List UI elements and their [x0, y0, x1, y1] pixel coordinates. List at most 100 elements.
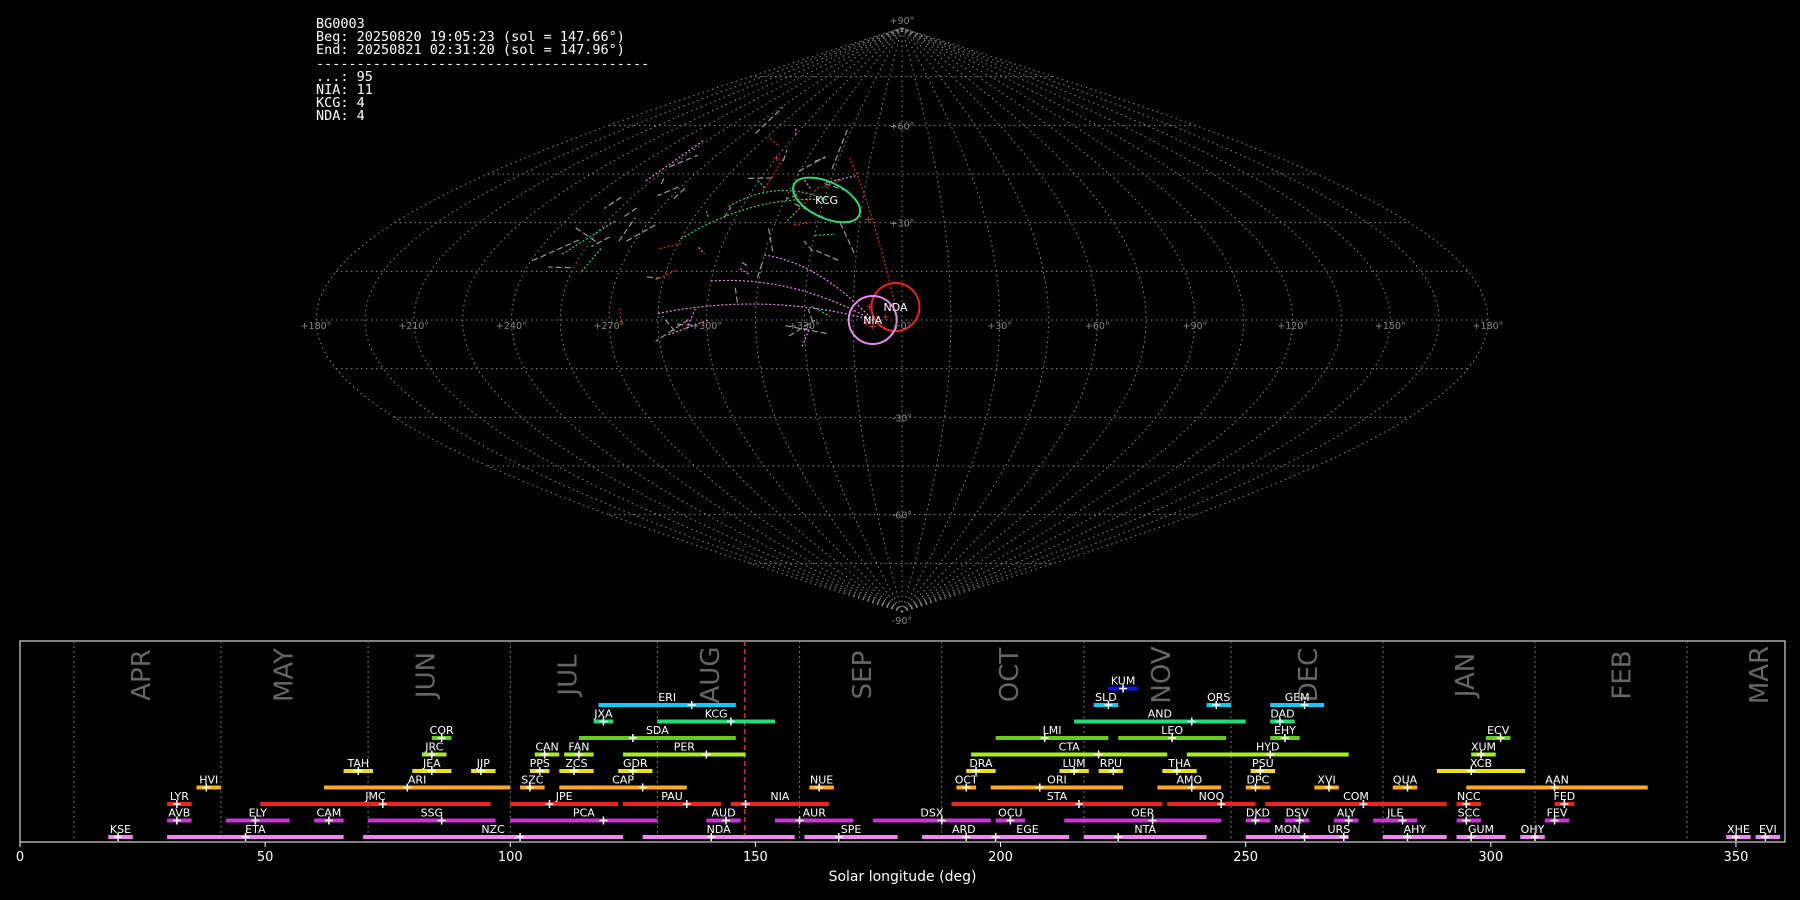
shower-label: TAH [346, 757, 369, 770]
meteor-trail [814, 233, 836, 237]
shower-label: JXA [593, 708, 613, 721]
meteor-trail [782, 149, 788, 162]
month-label: SEP [848, 651, 878, 700]
shower-label: CTA [1059, 741, 1081, 754]
meteor-trail [548, 266, 571, 269]
shower-label: SDA [646, 724, 669, 737]
shower-label: DAD [1270, 708, 1294, 721]
meteor-trail [603, 196, 622, 209]
meteor-trail [741, 261, 750, 268]
meteor-trail [814, 157, 826, 162]
x-tick-label: 250 [1233, 850, 1258, 865]
month-label: MAY [269, 648, 299, 702]
shower-label: NDA [707, 823, 732, 836]
shower-label: NUE [810, 774, 833, 787]
meteor-trail [645, 140, 704, 182]
lon-tick-label: +60° [1085, 321, 1110, 332]
radiant-label-kcg: KCG [815, 194, 838, 207]
shower-label: AHY [1404, 823, 1427, 836]
shower-label: AND [1148, 708, 1172, 721]
meteor-trail [839, 222, 856, 256]
shower-label: URS [1328, 823, 1351, 836]
lat-tick-label: +90° [890, 16, 915, 27]
shower-label: FAN [568, 741, 589, 754]
shower-label: KCG [705, 708, 728, 721]
shower-label: SSG [421, 807, 444, 820]
radiant-label-nia: NIA [863, 314, 882, 327]
shower-label: LYR [170, 790, 189, 803]
meteor-trail [624, 207, 638, 217]
shower-label: KUM [1111, 675, 1135, 688]
meteor-trail [674, 323, 693, 326]
shower-label: OHY [1521, 823, 1545, 836]
x-axis-label: Solar longitude (deg) [829, 869, 977, 885]
meteor-trail [591, 236, 610, 247]
shower-label: AUD [712, 807, 736, 820]
shower-label: ETA [245, 823, 266, 836]
shower-label: AMO [1176, 774, 1202, 787]
meteor-trail [831, 127, 849, 170]
shower-label: SZC [521, 774, 544, 787]
stats-counts: ...: 95 NIA: 11 KCG: 4 NDA: 4 [316, 69, 373, 125]
meridian-line [901, 27, 1147, 613]
shower-label: HYD [1256, 741, 1279, 754]
x-tick-label: 100 [498, 850, 523, 865]
month-label: JUN [411, 652, 441, 700]
meteor-trail [618, 217, 636, 242]
month-label: NOV [1147, 646, 1177, 703]
shower-label: EGE [1016, 823, 1038, 836]
meteor-trail [660, 177, 665, 185]
shower-label: PCA [573, 807, 595, 820]
shower-label: ZCS [565, 757, 587, 770]
meteor-trail [767, 136, 778, 146]
meteor-trail [804, 179, 813, 191]
shower-label: XCB [1470, 757, 1492, 770]
lon-tick-label: +30° [987, 321, 1012, 332]
shower-label: JIP [476, 757, 490, 770]
shower-label: DRA [969, 757, 993, 770]
shower-label: OER [1131, 807, 1155, 820]
shower-label: GDR [623, 757, 648, 770]
meteor-trail [807, 308, 814, 322]
shower-label: JRC [424, 741, 443, 754]
shower-label: QUA [1393, 774, 1418, 787]
shower-label: DSV [1286, 807, 1309, 820]
meteor-arc [680, 198, 827, 240]
shower-label: NOO [1199, 790, 1225, 803]
shower-label: THA [1167, 757, 1191, 770]
month-label: AUG [696, 647, 726, 704]
meteor-trail [579, 248, 602, 274]
meteor-trail [646, 276, 660, 279]
lon-tick-label: +240° [496, 321, 527, 332]
shower-label: DPC [1247, 774, 1270, 787]
shower-label: JEA [422, 757, 441, 770]
meteor-trail [757, 179, 766, 190]
meteor-trail [813, 249, 839, 261]
shower-label: ECV [1487, 724, 1510, 737]
shower-label: ORS [1207, 691, 1230, 704]
shower-label: KSE [110, 823, 131, 836]
shower-label: NTA [1134, 823, 1156, 836]
shower-label: CAN [535, 741, 558, 754]
meridian-line [901, 27, 1440, 613]
x-tick-label: 350 [1724, 850, 1749, 865]
lat-tick-label: -60° [892, 511, 912, 522]
shower-label: COR [430, 724, 454, 737]
lon-tick-label: +210° [398, 321, 429, 332]
shower-label: PPS [530, 757, 550, 770]
shower-label: DSX [920, 807, 943, 820]
meteor-trail [662, 315, 676, 332]
meteor-trail [793, 221, 812, 226]
month-label: APR [127, 649, 157, 701]
shower-timeline: APR MAY JUN JUL AUG SEP OCT NOV DEC JAN FEB MARKUME… [16, 640, 1786, 885]
meridian-line [608, 27, 903, 613]
lon-tick-label: +90° [1183, 321, 1208, 332]
shower-label: MON [1274, 823, 1300, 836]
meteor-trail [734, 287, 739, 306]
meteor-trail [657, 186, 679, 197]
meteor-trail [659, 242, 682, 250]
shower-label: LEO [1161, 724, 1183, 737]
shower-label: CAM [317, 807, 342, 820]
lon-tick-label: +0° [893, 321, 912, 332]
shower-label: STA [1047, 790, 1068, 803]
